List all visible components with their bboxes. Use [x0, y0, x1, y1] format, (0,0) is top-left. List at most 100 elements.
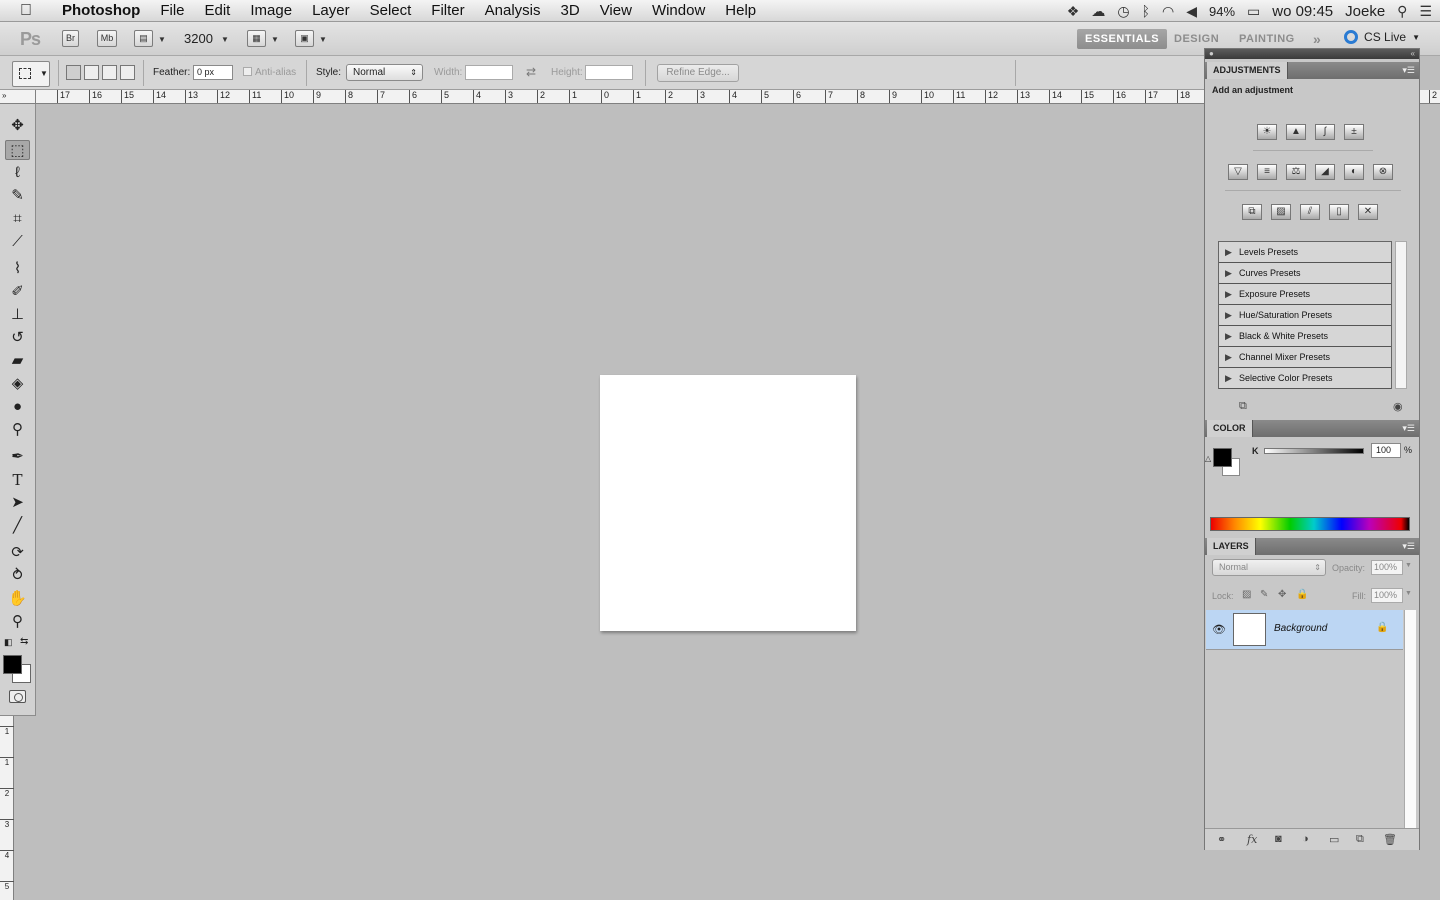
- preset-hue-saturation[interactable]: ▶ Hue/Saturation Presets: [1219, 305, 1391, 326]
- arrange-documents-button[interactable]: ▦: [247, 30, 266, 47]
- hue-saturation-icon[interactable]: ≡: [1257, 164, 1277, 180]
- intersect-selection-icon[interactable]: [120, 65, 135, 80]
- notification-list-icon[interactable]: ☰: [1419, 3, 1432, 20]
- spotlight-search-icon[interactable]: ⚲: [1397, 3, 1407, 20]
- layers-panel-menu-icon[interactable]: ▾☰: [1402, 541, 1415, 552]
- photo-filter-icon[interactable]: ◐: [1344, 164, 1364, 180]
- menu-app[interactable]: Photoshop: [52, 0, 150, 22]
- fill-dropdown-icon[interactable]: ▼: [1405, 590, 1412, 597]
- hand-tool-icon[interactable]: ✋: [5, 589, 30, 609]
- foreground-color-swatch[interactable]: [3, 655, 22, 674]
- clock[interactable]: wo 09:45: [1272, 3, 1333, 20]
- workspace-design[interactable]: DESIGN: [1166, 29, 1227, 49]
- collapse-dock-icon[interactable]: «: [1411, 49, 1415, 58]
- bluetooth-icon[interactable]: ᛒ: [1142, 3, 1150, 19]
- add-mask-icon[interactable]: ◙: [1275, 833, 1282, 845]
- 3d-orbit-tool-icon[interactable]: ⥁: [5, 566, 30, 586]
- feather-input[interactable]: 0 px: [193, 65, 233, 80]
- menu-layer[interactable]: Layer: [302, 0, 360, 22]
- new-group-icon[interactable]: ▭: [1329, 833, 1339, 846]
- zoom-tool-icon[interactable]: ⚲: [5, 612, 30, 632]
- adjustments-panel-menu-icon[interactable]: ▾☰: [1402, 65, 1415, 76]
- k-slider-track[interactable]: [1264, 448, 1364, 454]
- return-to-list-icon[interactable]: ⧉: [1239, 400, 1247, 413]
- volume-icon[interactable]: ◀: [1186, 3, 1197, 20]
- lock-all-icon[interactable]: 🔒: [1296, 589, 1308, 600]
- menu-analysis[interactable]: Analysis: [475, 0, 551, 22]
- menu-help[interactable]: Help: [715, 0, 766, 22]
- opacity-input[interactable]: 100%: [1371, 560, 1403, 575]
- new-adjustment-layer-icon[interactable]: ◑: [1302, 833, 1309, 845]
- curves-icon[interactable]: ∫: [1315, 124, 1335, 140]
- crop-tool-icon[interactable]: ⌗: [5, 209, 30, 229]
- screen-mode-dropdown-icon[interactable]: ▼: [319, 35, 327, 44]
- new-selection-icon[interactable]: [66, 65, 81, 80]
- default-colors-icon[interactable]: ◧: [4, 637, 13, 648]
- menu-window[interactable]: Window: [642, 0, 715, 22]
- rectangular-marquee-tool-icon[interactable]: ⬚: [5, 140, 30, 160]
- user-name[interactable]: Joeke: [1345, 3, 1385, 20]
- lock-image-icon[interactable]: ✎: [1260, 589, 1268, 600]
- cs-live-button[interactable]: CS Live ▼: [1344, 30, 1420, 44]
- document-canvas[interactable]: [600, 375, 856, 631]
- color-panel-menu-icon[interactable]: ▾☰: [1402, 423, 1415, 434]
- link-layers-icon[interactable]: ⚭: [1217, 833, 1226, 846]
- layer-style-icon[interactable]: fx: [1247, 833, 1257, 846]
- collapse-toolbox-icon[interactable]: »: [2, 91, 6, 100]
- threshold-icon[interactable]: ⫽: [1300, 204, 1320, 220]
- dropbox-icon[interactable]: ❖: [1067, 3, 1080, 20]
- lasso-tool-icon[interactable]: ℓ: [5, 163, 30, 183]
- time-machine-icon[interactable]: ◷: [1117, 3, 1129, 20]
- color-tab[interactable]: COLOR: [1207, 420, 1253, 437]
- expand-view-icon[interactable]: ◉: [1393, 400, 1403, 413]
- pen-tool-icon[interactable]: ✒: [5, 447, 30, 467]
- zoom-level[interactable]: 3200: [184, 31, 213, 46]
- swap-dimensions-icon[interactable]: ⇄: [526, 65, 536, 79]
- k-value-input[interactable]: 100: [1371, 443, 1401, 458]
- blend-mode-select[interactable]: Normal ⇕: [1212, 559, 1326, 576]
- color-balance-icon[interactable]: ⚖: [1286, 164, 1306, 180]
- eyedropper-tool-icon[interactable]: ⟋: [5, 232, 30, 252]
- refine-edge-button[interactable]: Refine Edge...: [657, 64, 739, 82]
- quick-selection-tool-icon[interactable]: ✎: [5, 186, 30, 206]
- gradient-map-icon[interactable]: ▯: [1329, 204, 1349, 220]
- preset-curves[interactable]: ▶ Curves Presets: [1219, 263, 1391, 284]
- vertical-ruler[interactable]: 1 1 2 3 4 5: [0, 716, 14, 900]
- style-select[interactable]: Normal ⇕: [346, 64, 423, 81]
- tool-preset-picker[interactable]: ▼: [12, 61, 50, 87]
- spot-healing-brush-tool-icon[interactable]: ⌇: [5, 259, 30, 279]
- k-slider-thumb[interactable]: △: [1205, 454, 1211, 463]
- brush-tool-icon[interactable]: ✐: [5, 282, 30, 302]
- brightness-contrast-icon[interactable]: ☀: [1257, 124, 1277, 140]
- posterize-icon[interactable]: ▨: [1271, 204, 1291, 220]
- swap-colors-icon[interactable]: ⇆: [20, 636, 28, 647]
- color-spectrum-ramp[interactable]: [1210, 517, 1410, 531]
- subtract-from-selection-icon[interactable]: [102, 65, 117, 80]
- screen-mode-button[interactable]: ▣: [295, 30, 314, 47]
- new-layer-icon[interactable]: ⧉: [1356, 833, 1364, 846]
- menu-image[interactable]: Image: [240, 0, 302, 22]
- menu-file[interactable]: File: [150, 0, 194, 22]
- layer-name[interactable]: Background: [1274, 623, 1327, 634]
- 3d-rotate-tool-icon[interactable]: ⟳: [5, 543, 30, 563]
- eraser-tool-icon[interactable]: ▰: [5, 351, 30, 371]
- close-dock-icon[interactable]: ●: [1209, 49, 1214, 58]
- move-tool-icon[interactable]: ✥: [5, 116, 30, 136]
- workspace-essentials[interactable]: ESSENTIALS: [1077, 29, 1168, 49]
- visibility-eye-icon[interactable]: 👁: [1212, 623, 1226, 636]
- menu-select[interactable]: Select: [360, 0, 422, 22]
- more-workspaces-icon[interactable]: »: [1305, 29, 1329, 49]
- history-brush-tool-icon[interactable]: ↺: [5, 328, 30, 348]
- vibrance-icon[interactable]: ▽: [1228, 164, 1248, 180]
- layers-scrollbar[interactable]: [1404, 610, 1416, 828]
- sync-icon[interactable]: ☁: [1091, 3, 1105, 20]
- layer-thumbnail[interactable]: [1233, 613, 1266, 646]
- menu-view[interactable]: View: [590, 0, 642, 22]
- preset-selective-color[interactable]: ▶ Selective Color Presets: [1219, 368, 1391, 389]
- exposure-icon[interactable]: ±: [1344, 124, 1364, 140]
- mini-bridge-button[interactable]: Mb: [97, 30, 117, 47]
- path-selection-tool-icon[interactable]: ➤: [5, 493, 30, 513]
- menu-filter[interactable]: Filter: [421, 0, 474, 22]
- blur-tool-icon[interactable]: ●: [5, 397, 30, 417]
- preset-black-white[interactable]: ▶ Black & White Presets: [1219, 326, 1391, 347]
